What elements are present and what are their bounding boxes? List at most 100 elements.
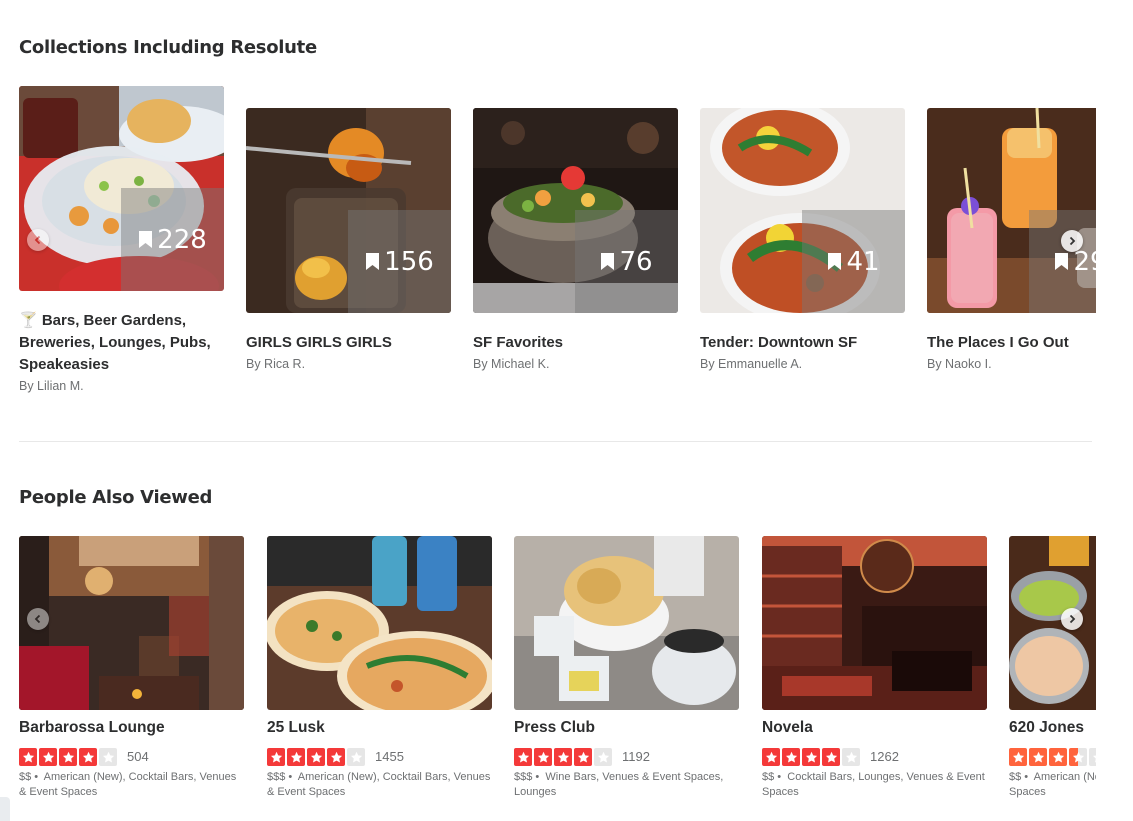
collection-title[interactable]: GIRLS GIRLS GIRLS (246, 332, 451, 354)
saves-overlay: 76 (575, 210, 678, 313)
star-icon (822, 748, 840, 766)
star-icon (534, 748, 552, 766)
star-icon (59, 748, 77, 766)
business-categories[interactable]: Cocktail Bars, Lounges, Venues & Event S… (762, 771, 985, 798)
business-name[interactable]: Novela (762, 719, 813, 737)
star-icon (307, 748, 325, 766)
business-categories[interactable]: American (New), Bars, Venues & Event Spa… (1009, 771, 1096, 798)
collection-image[interactable]: 41 (700, 108, 905, 313)
collection-title[interactable]: SF Favorites (473, 332, 678, 354)
business-name[interactable]: Press Club (514, 719, 595, 737)
chevron-left-icon (34, 235, 41, 245)
chevron-right-icon (1069, 236, 1076, 246)
business-photo[interactable] (1009, 536, 1096, 710)
business-meta: $$ • American (New), Bars, Venues & Even… (1009, 770, 1096, 800)
star-icon (554, 748, 572, 766)
collections-carousel: 228 🍸 Bars, Beer Gardens, Breweries, Lou… (0, 80, 1096, 410)
review-count: 1192 (622, 749, 650, 764)
collection-author: By Rica R. (246, 357, 306, 371)
review-count: 504 (127, 749, 149, 764)
star-icon (79, 748, 97, 766)
business-meta: $$$ • Wine Bars, Venues & Event Spaces, … (514, 771, 724, 798)
collection-image[interactable]: 76 (473, 108, 678, 313)
star-icon (287, 748, 305, 766)
star-rating (1009, 748, 1096, 766)
saves-overlay: 228 (121, 188, 224, 291)
saves-overlay: 156 (348, 210, 451, 313)
saves-count: 76 (619, 246, 653, 277)
collection-title[interactable]: 🍸 Bars, Beer Gardens, Breweries, Lounges… (19, 310, 224, 376)
saves-count: 156 (384, 246, 434, 277)
price-range: $$$ (514, 771, 533, 783)
star-icon (1089, 748, 1096, 766)
price-range: $$$ (267, 771, 286, 783)
business-categories[interactable]: Wine Bars, Venues & Event Spaces, Lounge… (514, 771, 723, 798)
collection-author: By Emmanuelle A. (700, 357, 803, 371)
star-icon (99, 748, 117, 766)
people-also-viewed-title: People Also Viewed (19, 487, 213, 508)
star-icon (39, 748, 57, 766)
business-photo[interactable] (514, 536, 739, 710)
star-icon (802, 748, 820, 766)
business-meta: $$$ • American (New), Cocktail Bars, Ven… (267, 771, 491, 798)
chevron-right-icon (1069, 614, 1076, 624)
star-icon (574, 748, 592, 766)
business-photo[interactable] (19, 536, 244, 710)
business-categories[interactable]: American (New), Cocktail Bars, Venues & … (267, 771, 490, 798)
star-icon (347, 748, 365, 766)
saves-overlay: 41 (802, 210, 905, 313)
star-rating (267, 748, 365, 766)
star-icon (1069, 748, 1087, 766)
carousel-next-button[interactable] (1061, 230, 1083, 252)
bookmark-icon (601, 253, 615, 270)
star-icon (762, 748, 780, 766)
saves-count: 29 (1073, 246, 1096, 277)
collection-image[interactable]: 29 (927, 108, 1096, 313)
collection-title[interactable]: Tender: Downtown SF (700, 332, 905, 354)
star-icon (19, 748, 37, 766)
bookmark-icon (828, 253, 842, 270)
star-icon (1049, 748, 1067, 766)
collection-image[interactable]: 228 (19, 86, 224, 291)
business-name[interactable]: 25 Lusk (267, 719, 325, 737)
business-photo[interactable] (762, 536, 987, 710)
business-name[interactable]: 620 Jones (1009, 719, 1084, 737)
review-count: 1262 (870, 749, 899, 764)
saves-overlay: 29 (1029, 210, 1096, 313)
review-count: 1455 (375, 749, 404, 764)
star-rating (762, 748, 860, 766)
star-rating (19, 748, 117, 766)
collection-author: By Lilian M. (19, 379, 84, 393)
star-icon (1029, 748, 1047, 766)
star-icon (267, 748, 285, 766)
business-meta: $$ • American (New), Cocktail Bars, Venu… (19, 771, 237, 798)
star-icon (1009, 748, 1027, 766)
star-icon (842, 748, 860, 766)
bookmark-icon (366, 253, 380, 270)
price-range: $$ (1009, 771, 1022, 783)
star-icon (327, 748, 345, 766)
star-icon (514, 748, 532, 766)
business-categories[interactable]: American (New), Cocktail Bars, Venues & … (19, 771, 236, 798)
feedback-tab[interactable] (0, 797, 10, 821)
carousel-next-button[interactable] (1061, 608, 1083, 630)
star-icon (782, 748, 800, 766)
bookmark-icon (1055, 253, 1069, 270)
bookmark-icon (139, 231, 153, 248)
carousel-prev-button[interactable] (27, 229, 49, 251)
business-name[interactable]: Barbarossa Lounge (19, 719, 165, 737)
collection-title[interactable]: The Places I Go Out (927, 332, 1096, 354)
collection-author: By Naoko I. (927, 357, 992, 371)
chevron-left-icon (34, 614, 41, 624)
collections-section-title: Collections Including Resolute (19, 37, 317, 58)
star-rating (514, 748, 612, 766)
collection-image[interactable]: 156 (246, 108, 451, 313)
carousel-prev-button[interactable] (27, 608, 49, 630)
business-photo[interactable] (267, 536, 492, 710)
saves-count: 228 (157, 224, 207, 255)
business-meta: $$ • Cocktail Bars, Lounges, Venues & Ev… (762, 771, 985, 798)
people-also-viewed-carousel: Barbarossa Lounge 504 $$ • American (New… (0, 530, 1096, 821)
saves-count: 41 (846, 246, 880, 277)
collection-author: By Michael K. (473, 357, 550, 371)
price-range: $$ (19, 771, 32, 783)
